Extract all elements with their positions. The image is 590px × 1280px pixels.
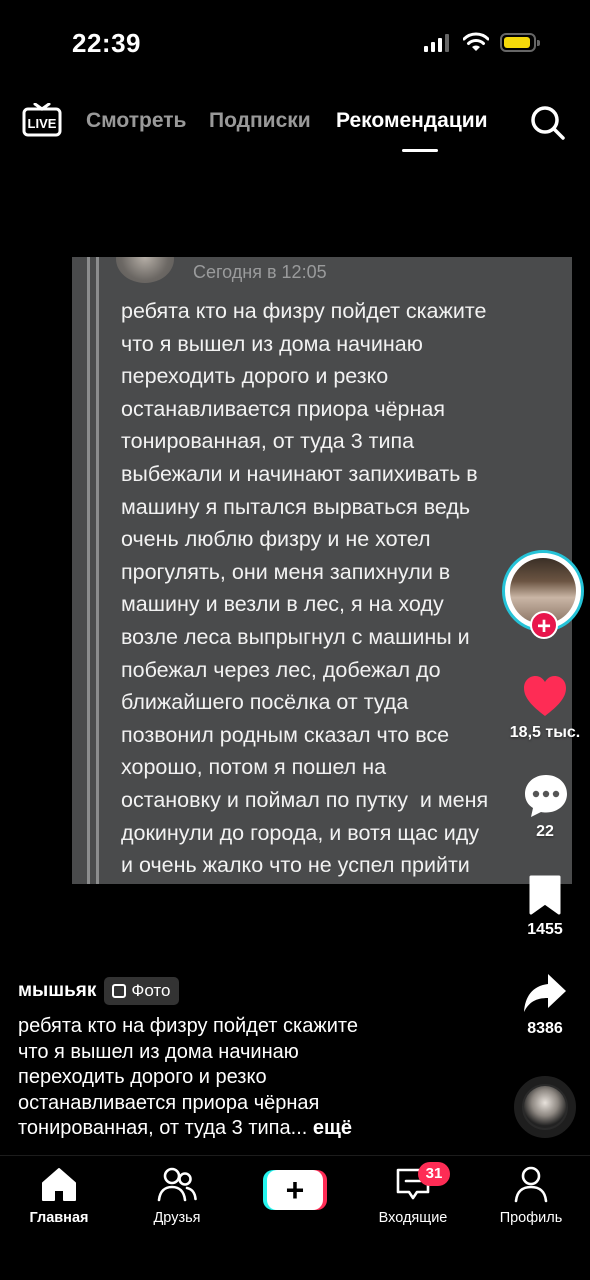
post-photo[interactable]: Сегодня в 12:05 ребята кто на физру пойд…: [72, 257, 572, 884]
photo-icon: [112, 984, 127, 998]
inbox-badge: 31: [418, 1162, 450, 1186]
nav-home-label: Главная: [29, 1210, 89, 1226]
status-bar: 22:39: [0, 0, 590, 90]
battery-icon: [500, 33, 540, 52]
create-plus-icon: +: [267, 1170, 323, 1210]
nav-profile[interactable]: Профиль: [472, 1164, 590, 1226]
bottom-nav: Главная Друзья + Входящие 31 Профиль: [0, 1155, 590, 1280]
comment-count: 22: [536, 823, 554, 840]
status-time: 22:39: [72, 28, 141, 58]
photo-badge-label: Фото: [131, 981, 171, 1000]
nav-inbox[interactable]: Входящие: [354, 1164, 472, 1226]
nav-friends[interactable]: Друзья: [118, 1164, 236, 1226]
like-count: 18,5 тыс.: [509, 724, 581, 741]
profile-icon: [514, 1166, 548, 1203]
chat-divider: [96, 257, 99, 884]
bookmark-icon: [529, 875, 561, 915]
comment-button[interactable]: 22: [500, 773, 590, 843]
share-icon: [524, 974, 566, 1012]
chat-timestamp: Сегодня в 12:05: [193, 262, 327, 282]
cellular-signal-icon: [424, 34, 450, 52]
nav-inbox-label: Входящие: [378, 1210, 448, 1226]
save-count: 1455: [527, 921, 563, 938]
share-button[interactable]: 8386: [500, 972, 590, 1042]
create-button[interactable]: +: [263, 1170, 327, 1210]
music-disc[interactable]: [514, 1076, 576, 1138]
like-button[interactable]: 18,5 тыс.: [500, 674, 590, 744]
top-nav: LIVE Смотреть Подписки Рекомендации: [0, 95, 590, 155]
save-button[interactable]: 1455: [500, 875, 590, 945]
nav-home[interactable]: Главная: [0, 1164, 118, 1226]
more-link[interactable]: ещё: [313, 1117, 352, 1139]
home-icon: [42, 1168, 76, 1201]
caption: мышьяк Фото ребята кто на физру пойдет с…: [18, 975, 498, 1142]
nav-friends-label: Друзья: [153, 1210, 201, 1226]
active-tab-indicator: [402, 149, 438, 152]
heart-icon: [524, 676, 566, 716]
comment-icon: [525, 775, 567, 817]
tab-recommendations[interactable]: Рекомендации: [336, 109, 488, 133]
live-tv-icon[interactable]: LIVE: [22, 103, 62, 137]
tab-watch[interactable]: Смотреть: [86, 109, 186, 133]
wifi-icon: [463, 32, 489, 51]
caption-text[interactable]: ребята кто на физру пойдет скажите что я…: [18, 1014, 498, 1142]
author-name[interactable]: мышьяк: [18, 980, 96, 1002]
chat-divider: [87, 257, 90, 884]
friends-icon: [157, 1167, 197, 1202]
chat-sender-avatar: [116, 257, 174, 283]
nav-profile-label: Профиль: [499, 1210, 563, 1226]
follow-button[interactable]: +: [530, 611, 558, 640]
live-label: LIVE: [28, 116, 57, 131]
share-count: 8386: [527, 1020, 563, 1037]
photo-badge: Фото: [104, 977, 180, 1005]
tab-subscriptions[interactable]: Подписки: [209, 109, 311, 133]
search-icon[interactable]: [530, 105, 566, 141]
